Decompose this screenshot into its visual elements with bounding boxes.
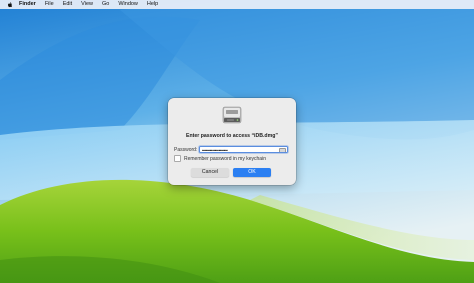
- menu-help[interactable]: Help: [147, 0, 158, 9]
- password-label: Password:: [174, 146, 198, 153]
- password-value: ••••••••••••••••••••: [202, 148, 228, 153]
- menu-app-finder[interactable]: Finder: [19, 0, 36, 9]
- key-icon[interactable]: [279, 147, 286, 152]
- cancel-button[interactable]: Cancel: [191, 168, 229, 177]
- dialog-prompt: Enter password to access “iDB.dmg”: [186, 133, 278, 139]
- ok-button[interactable]: OK: [233, 168, 271, 177]
- menu-window[interactable]: Window: [118, 0, 138, 9]
- password-dialog: Enter password to access “iDB.dmg” Passw…: [168, 98, 296, 185]
- menu-edit[interactable]: Edit: [63, 0, 72, 9]
- menu-bar: Finder File Edit View Go Window Help: [0, 0, 474, 9]
- password-row: Password: ••••••••••••••••••••: [174, 145, 292, 154]
- remember-row: Remember password in my keychain: [174, 155, 266, 162]
- menu-view[interactable]: View: [81, 0, 93, 9]
- menu-file[interactable]: File: [45, 0, 54, 9]
- menu-go[interactable]: Go: [102, 0, 109, 9]
- disk-image-icon: [222, 106, 242, 124]
- password-field[interactable]: ••••••••••••••••••••: [199, 146, 288, 153]
- apple-logo-icon[interactable]: [7, 1, 13, 8]
- remember-label: Remember password in my keychain: [184, 155, 266, 162]
- remember-checkbox[interactable]: [174, 155, 181, 162]
